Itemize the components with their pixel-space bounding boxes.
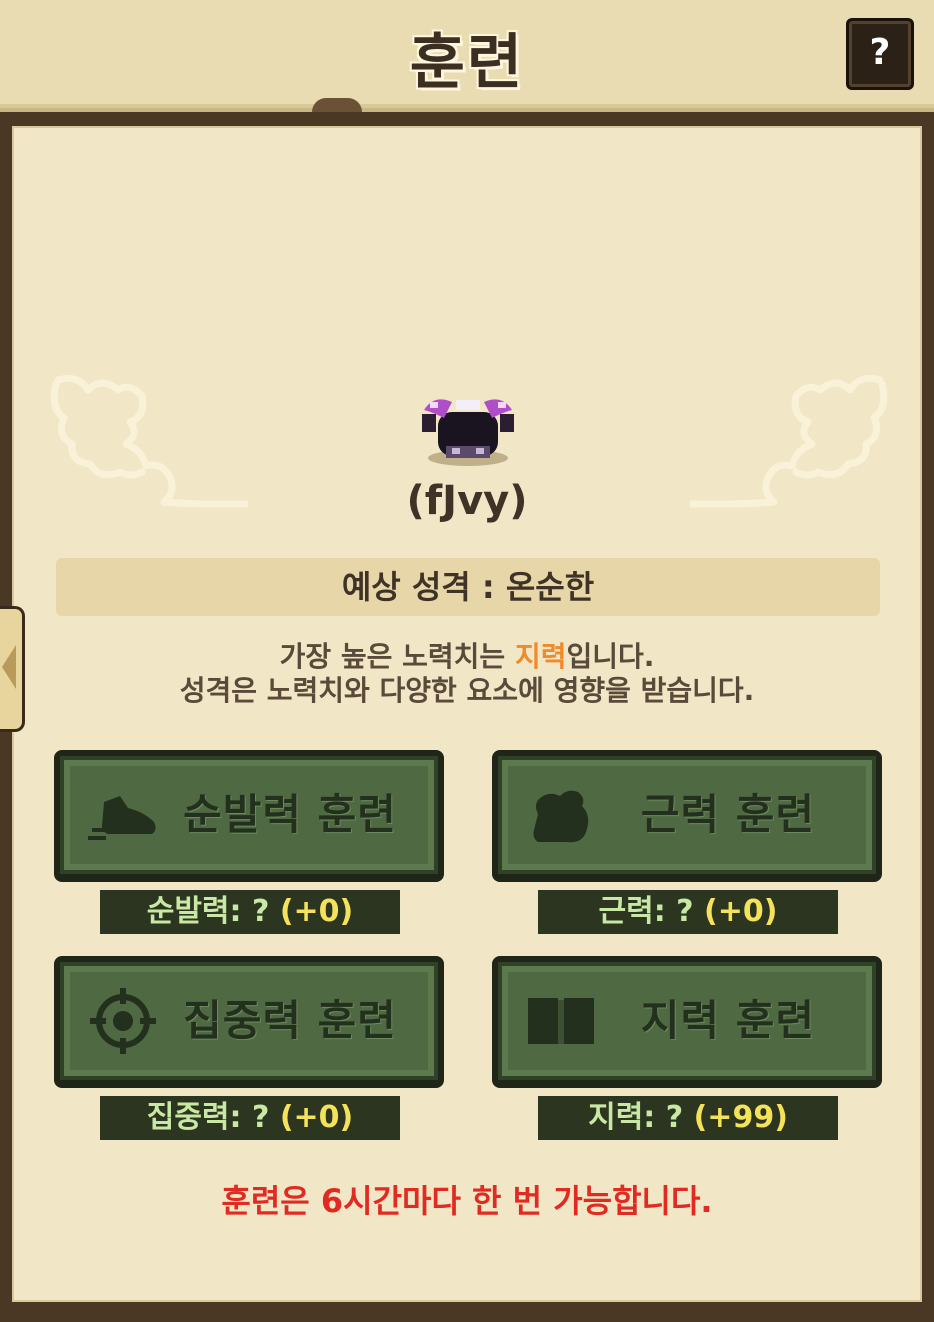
strength-stat-bonus: (+0) (704, 894, 778, 929)
effort-info-line-1: 가장 높은 노력치는 지력입니다. (0, 640, 934, 674)
effort-info-suffix: 입니다. (566, 640, 655, 673)
training-cooldown-notice: 훈련은 6시간마다 한 번 가능합니다. (221, 1182, 713, 1220)
agility-stat-label: 순발력: ? (146, 894, 280, 929)
intellect-stat: 지력: ? (+99) (538, 1096, 838, 1140)
strength-training-button[interactable]: 근력 훈련 (492, 750, 882, 882)
focus-stat-bonus: (+0) (279, 1100, 354, 1135)
shoe-icon (88, 796, 156, 840)
focus-training-label: 집중력 훈련 (183, 996, 397, 1045)
agility-training-button[interactable]: 순발력 훈련 (54, 750, 444, 882)
focus-stat: 집중력: ? (+0) (100, 1096, 400, 1140)
agility-stat-bonus: (+0) (279, 894, 354, 929)
intellect-stat-bonus: (+99) (693, 1100, 788, 1135)
strength-stat: 근력: ? (+0) (538, 890, 838, 934)
intellect-stat-label: 지력: ? (588, 1100, 694, 1135)
effort-info-line-2: 성격은 노력치와 다양한 요소에 영향을 받습니다. (179, 674, 755, 707)
intellect-training-button[interactable]: 지력 훈련 (492, 956, 882, 1088)
header-notch (312, 98, 362, 112)
effort-info-prefix: 가장 높은 노력치는 (279, 640, 515, 673)
muscle-arm-icon (533, 790, 589, 843)
book-icon (528, 998, 594, 1044)
strength-training-label: 근력 훈련 (640, 790, 816, 839)
creature-name: (fJvy) (406, 478, 528, 524)
help-button[interactable]: ? (846, 18, 914, 90)
focus-training-button[interactable]: 집중력 훈련 (54, 956, 444, 1088)
creature-sprite (422, 399, 514, 466)
page-title: 훈련 (409, 28, 525, 98)
expected-personality: 예상 성격 : 온순한 (56, 558, 880, 616)
agility-stat: 순발력: ? (+0) (100, 890, 400, 934)
agility-training-label: 순발력 훈련 (183, 790, 397, 839)
crosshair-icon (90, 988, 156, 1054)
strength-stat-label: 근력: ? (598, 894, 705, 929)
focus-stat-label: 집중력: ? (146, 1100, 280, 1135)
highest-effort-stat: 지력 (514, 640, 567, 673)
intellect-training-label: 지력 훈련 (640, 996, 816, 1045)
header-bar: 훈련 ? (0, 0, 934, 114)
